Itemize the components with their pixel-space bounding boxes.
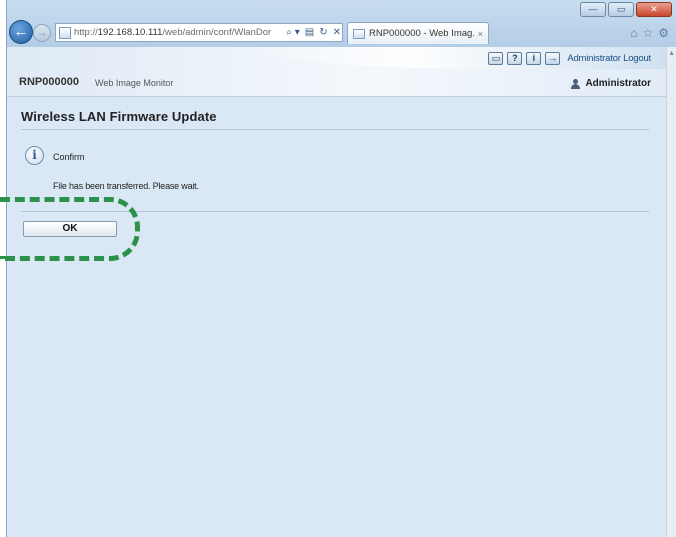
confirm-label: Confirm: [53, 152, 85, 162]
app-name: Web Image Monitor: [95, 78, 174, 88]
forward-button[interactable]: →: [33, 24, 51, 42]
tab-favicon-icon: [353, 28, 365, 39]
favorites-icon[interactable]: ☆: [642, 26, 653, 40]
address-bar[interactable]: http://192.168.10.111/web/admin/conf/Wla…: [55, 23, 343, 42]
help-icon[interactable]: ?: [507, 52, 523, 65]
address-url[interactable]: http://192.168.10.111/web/admin/conf/Wla…: [74, 27, 282, 38]
refresh-icon[interactable]: ↻: [318, 27, 328, 38]
home-icon[interactable]: ⌂: [630, 26, 637, 40]
page-title: Wireless LAN Firmware Update: [21, 109, 217, 124]
status-message: File has been transferred. Please wait.: [53, 181, 199, 191]
tab-title: RNP000000 - Web Imag...: [369, 28, 474, 39]
header-tools: ▭ ? i → Administrator Logout: [488, 52, 651, 65]
user-area: Administrator: [570, 78, 651, 89]
tab-close-icon[interactable]: ×: [478, 29, 483, 39]
tools-gear-icon[interactable]: ⚙: [658, 26, 669, 40]
page-header: ▭ ? i → Administrator Logout RNP000000 W…: [7, 47, 667, 97]
page-favicon-icon: [59, 26, 71, 39]
close-window-button[interactable]: ✕: [636, 2, 672, 17]
window-controls: — ▭ ✕: [580, 2, 672, 17]
display-mode-icon[interactable]: ▭: [488, 52, 504, 65]
stop-icon[interactable]: ✕: [332, 27, 342, 38]
logout-icon[interactable]: →: [545, 52, 561, 65]
browser-window: — ▭ ✕ ← → http://192.168.10.111/web/admi…: [0, 0, 676, 537]
vertical-scrollbar[interactable]: ▲: [666, 47, 676, 537]
logout-link[interactable]: Administrator Logout: [567, 53, 651, 64]
url-scheme: http://: [74, 27, 98, 38]
scroll-up-arrow-icon[interactable]: ▲: [668, 50, 675, 57]
browser-chrome: — ▭ ✕ ← → http://192.168.10.111/web/admi…: [6, 0, 676, 47]
navigation-bar: ← → http://192.168.10.111/web/admin/conf…: [7, 20, 676, 44]
device-name: RNP000000: [19, 76, 79, 88]
highlight-callout: [0, 197, 140, 261]
minimize-button[interactable]: —: [580, 2, 606, 17]
search-dropdown-icon[interactable]: ⌕ ▾: [285, 27, 300, 38]
info-icon[interactable]: i: [526, 52, 542, 65]
user-name: Administrator: [585, 78, 651, 89]
page-viewport: ▭ ? i → Administrator Logout RNP000000 W…: [6, 47, 676, 537]
information-icon: i: [25, 146, 44, 165]
user-icon: [570, 78, 581, 89]
divider: [21, 129, 649, 130]
url-host: 192.168.10.111: [97, 27, 163, 38]
browser-tab[interactable]: RNP000000 - Web Imag... ×: [347, 22, 489, 44]
maximize-button[interactable]: ▭: [608, 2, 634, 17]
compatibility-view-icon[interactable]: ▤: [304, 27, 315, 38]
browser-toolbar: ⌂ ☆ ⚙: [630, 26, 669, 40]
back-button[interactable]: ←: [9, 20, 33, 44]
url-path: /web/admin/conf/WlanDor: [162, 27, 272, 38]
